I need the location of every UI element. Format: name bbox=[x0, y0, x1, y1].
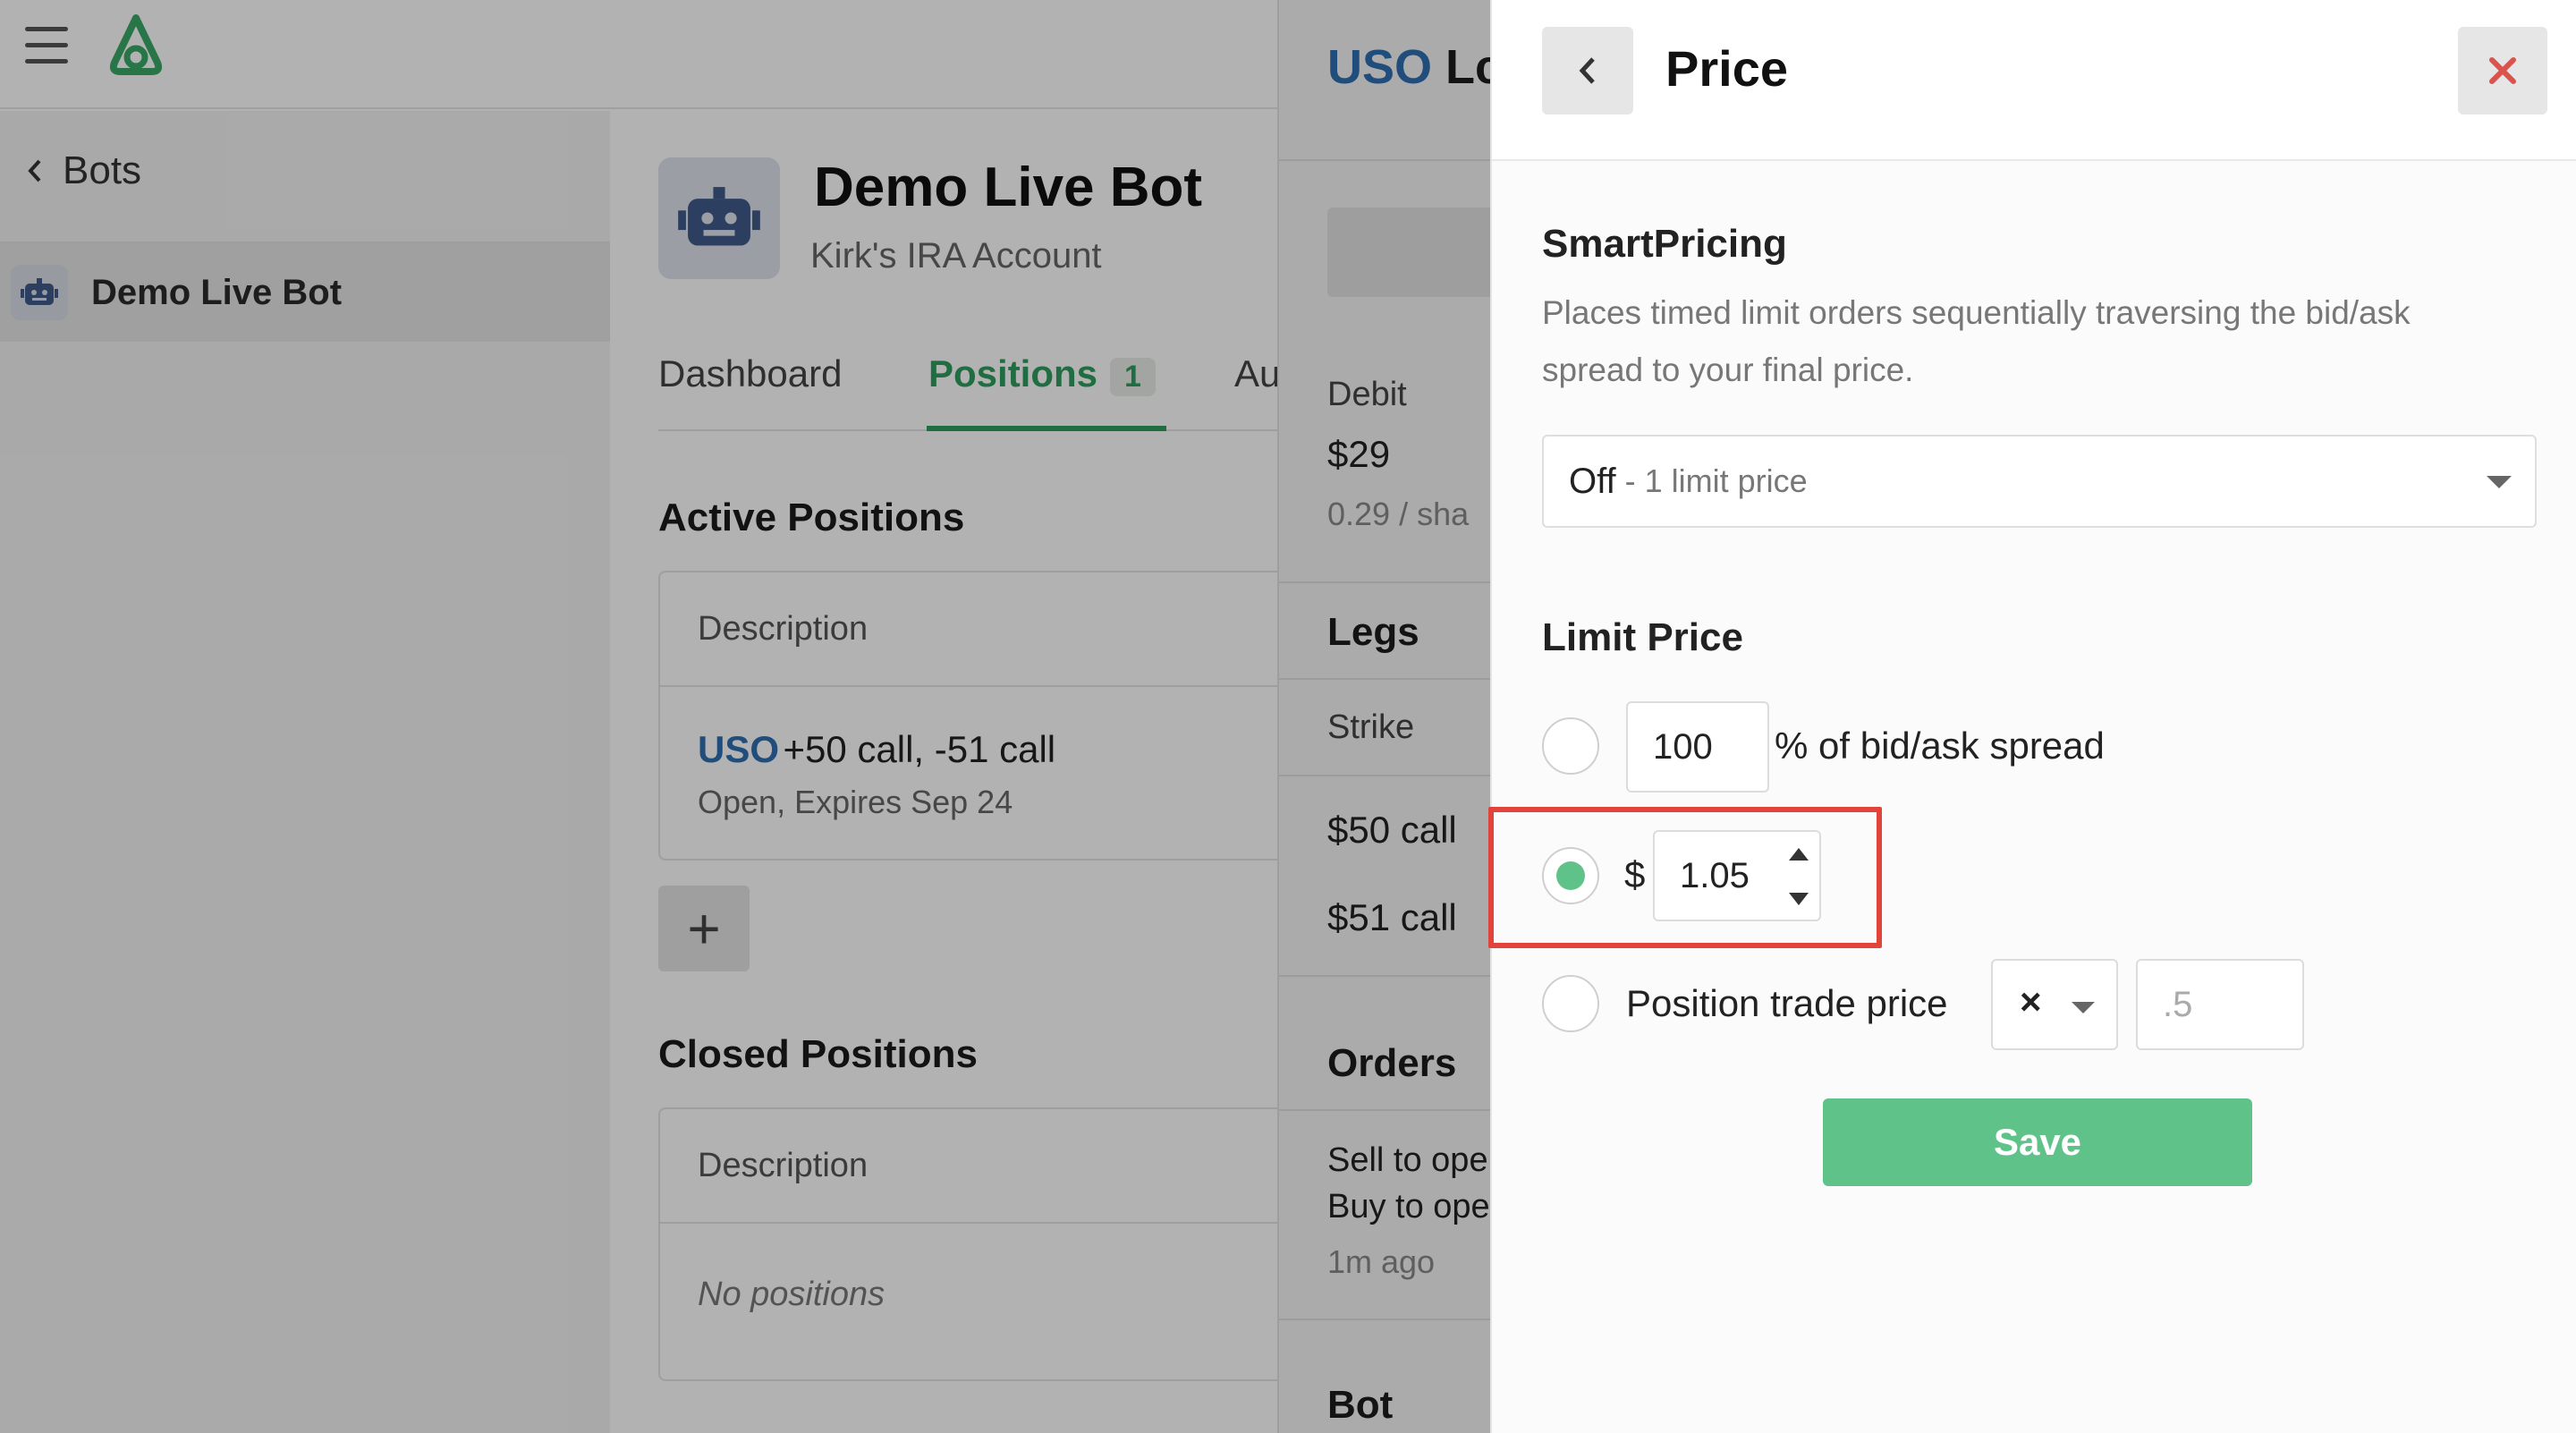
radio-percent-spread[interactable] bbox=[1542, 717, 1599, 775]
chevron-down-icon bbox=[2487, 476, 2512, 488]
smartpricing-selected-sub: - 1 limit price bbox=[1624, 462, 1808, 499]
trade-multiplier-input[interactable]: .5 bbox=[2136, 959, 2304, 1050]
percent-spread-input[interactable]: 100 bbox=[1626, 701, 1769, 793]
highlight-box bbox=[1488, 807, 1882, 948]
modal-backdrop[interactable] bbox=[0, 0, 1490, 1433]
multiply-operator: × bbox=[2020, 980, 2042, 1022]
price-panel-header: Price bbox=[1492, 0, 2576, 161]
smartpricing-title: SmartPricing bbox=[1542, 222, 1787, 266]
chevron-left-icon bbox=[1579, 57, 1595, 84]
panel-title: Price bbox=[1665, 40, 1788, 97]
limit-price-title: Limit Price bbox=[1542, 615, 1743, 659]
smartpricing-selected-value: Off bbox=[1569, 461, 1616, 501]
smartpricing-description: Places timed limit orders sequentially t… bbox=[1542, 294, 2411, 388]
panel-close-button[interactable] bbox=[2458, 27, 2547, 114]
close-icon bbox=[2489, 57, 2516, 84]
position-trade-price-label: Position trade price bbox=[1626, 982, 1948, 1024]
chevron-down-icon bbox=[2072, 1002, 2095, 1013]
save-button[interactable]: Save bbox=[1823, 1098, 2252, 1186]
radio-position-trade-price[interactable] bbox=[1542, 975, 1599, 1032]
percent-spread-label: % of bid/ask spread bbox=[1775, 725, 2105, 767]
price-panel: Price SmartPricing Places timed limit or… bbox=[1490, 0, 2576, 1433]
operator-select[interactable]: × bbox=[1991, 959, 2118, 1050]
smartpricing-select[interactable]: Off - 1 limit price bbox=[1542, 435, 2537, 528]
panel-back-button[interactable] bbox=[1542, 27, 1633, 114]
